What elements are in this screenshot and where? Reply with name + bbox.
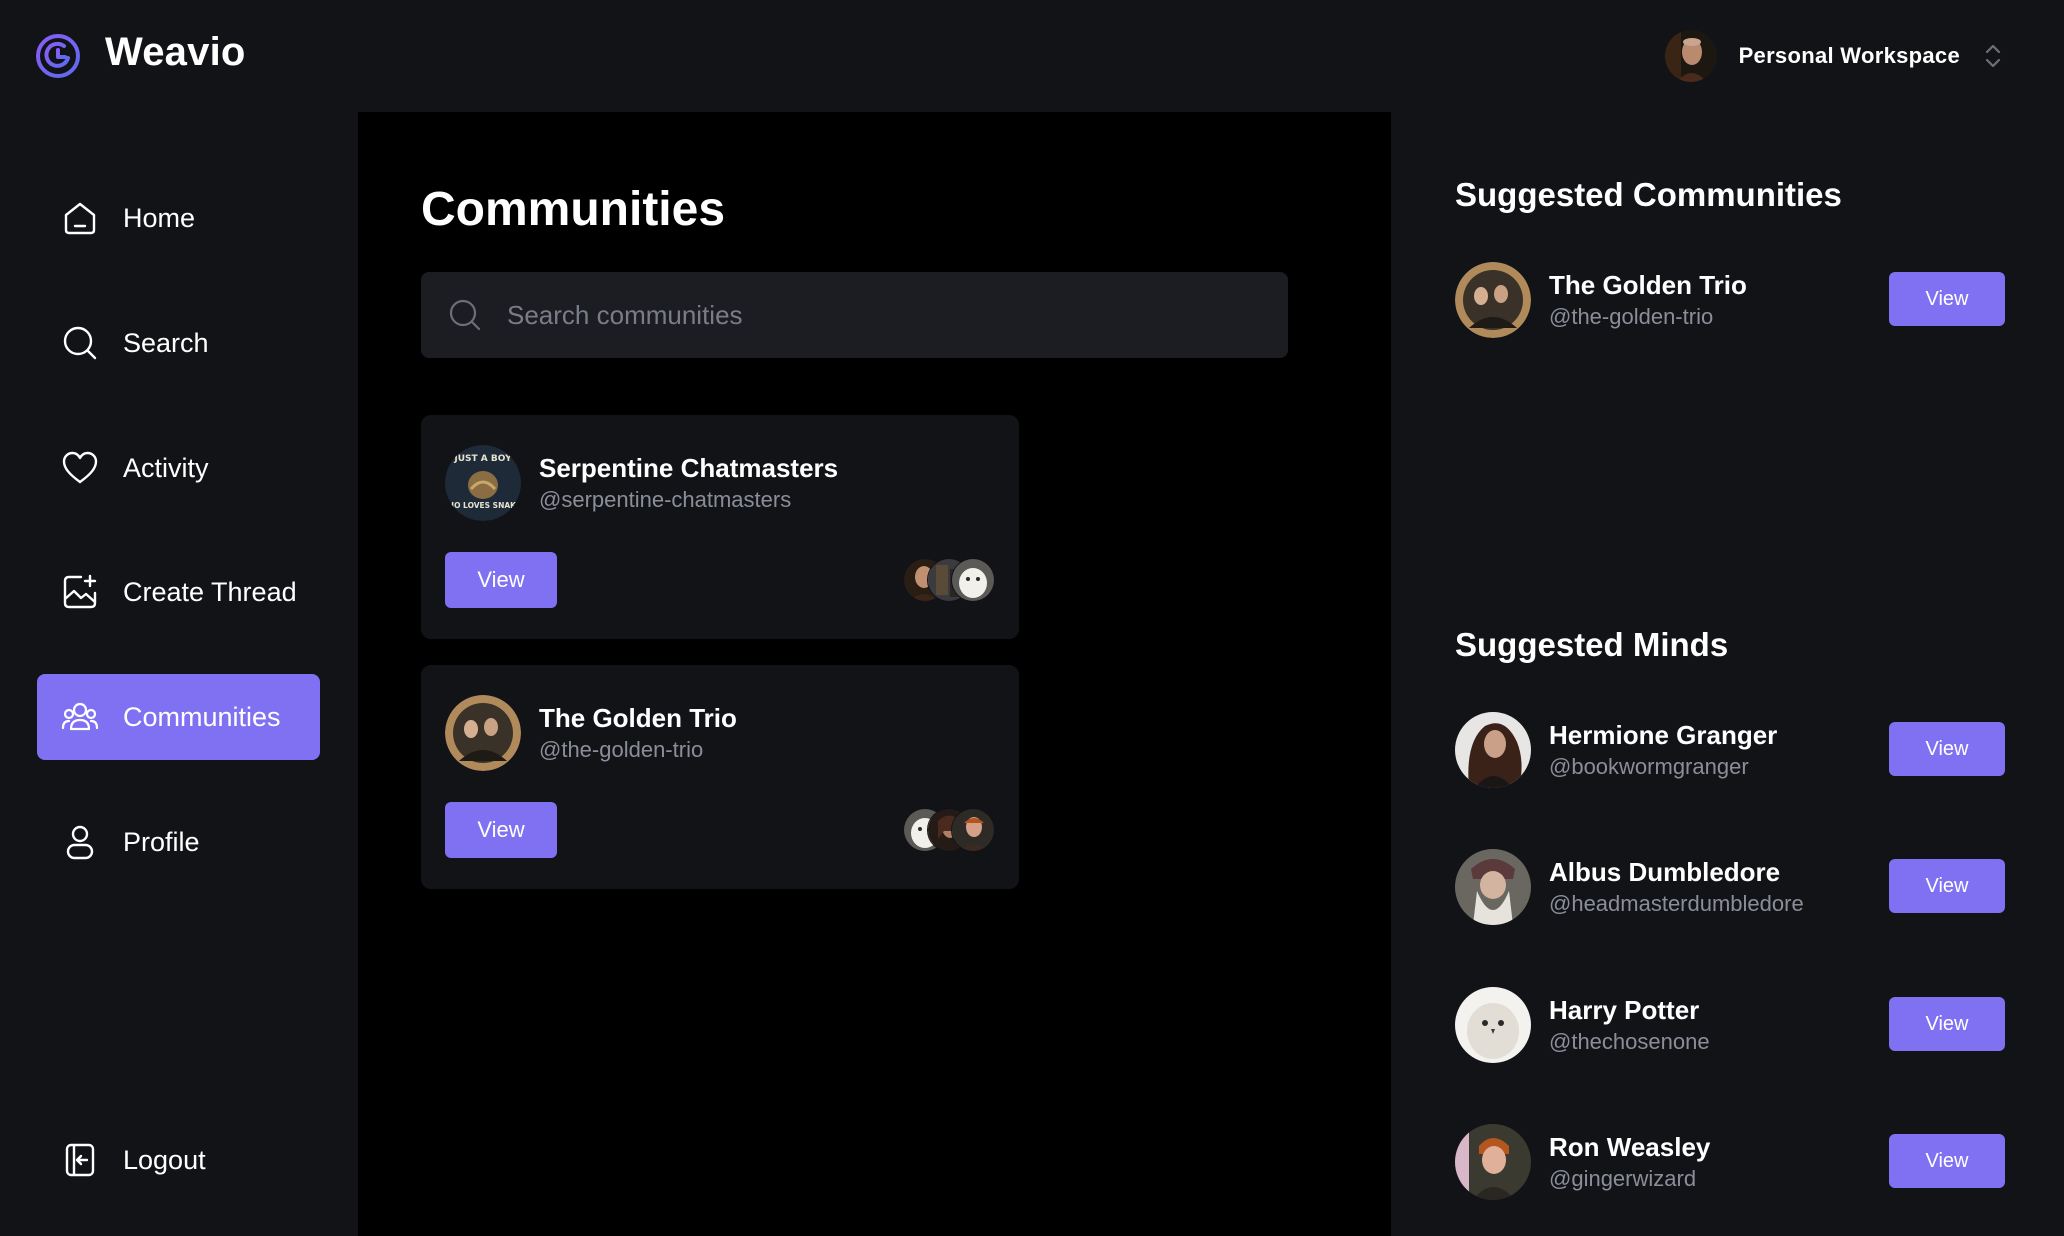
workspace-avatar xyxy=(1664,30,1717,82)
suggested-mind-row: Harry Potter @thechosenone View xyxy=(1455,987,2005,1063)
mind-handle: @bookwormgranger xyxy=(1549,754,1749,779)
sidebar-item-home[interactable]: Home xyxy=(37,175,320,261)
member-avatars xyxy=(903,808,995,852)
page-title: Communities xyxy=(421,183,726,236)
mind-handle: @gingerwizard xyxy=(1549,1166,1697,1191)
search-input[interactable] xyxy=(505,298,1269,332)
suggested-mind-row: Hermione Granger @bookwormgranger View xyxy=(1455,712,2005,788)
mind-handle: @thechosenone xyxy=(1549,1029,1710,1054)
view-mind-button[interactable]: View xyxy=(1889,1134,2005,1188)
mind-name: Albus Dumbledore xyxy=(1549,857,1781,887)
sidebar-item-label: Search xyxy=(123,327,209,358)
mind-name: Harry Potter xyxy=(1549,995,1700,1025)
view-mind-button[interactable]: View xyxy=(1889,859,2005,913)
suggested-community-name: The Golden Trio xyxy=(1549,270,1747,300)
member-avatar xyxy=(951,558,995,602)
search-bar[interactable] xyxy=(421,272,1288,358)
top-bar: Weavio Personal Workspace xyxy=(0,0,2064,112)
logout-button[interactable]: Logout xyxy=(37,1117,320,1203)
member-avatar xyxy=(951,808,995,852)
suggested-mind-row: Albus Dumbledore @headmasterdumbledore V… xyxy=(1455,849,2005,925)
right-panel: Suggested Communities The Golden Trio @t… xyxy=(1391,112,2064,1236)
search-icon xyxy=(63,326,97,360)
suggested-mind-row: Ron Weasley @gingerwizard View xyxy=(1455,1124,2005,1200)
community-handle: @serpentine-chatmasters xyxy=(539,487,792,512)
view-community-button[interactable]: View xyxy=(1889,272,2005,326)
app-name: Weavio xyxy=(105,30,246,74)
mind-avatar xyxy=(1455,712,1531,788)
logout-icon xyxy=(65,1143,95,1177)
community-avatar xyxy=(445,695,521,771)
community-name: The Golden Trio xyxy=(539,703,737,733)
sidebar-item-search[interactable]: Search xyxy=(37,300,320,386)
sidebar-item-activity[interactable]: Activity xyxy=(37,425,320,511)
community-handle: @the-golden-trio xyxy=(539,737,704,762)
chevron-up-down-icon xyxy=(1985,44,2001,68)
community-avatar xyxy=(1455,262,1531,338)
suggested-minds-title: Suggested Minds xyxy=(1455,626,1729,663)
sidebar-item-communities[interactable]: Communities xyxy=(37,674,320,760)
main-content: Communities JUST A BOY WHO LOVES SNAKES … xyxy=(358,112,1391,1236)
create-thread-icon xyxy=(63,574,97,609)
svg-text:JUST A BOY: JUST A BOY xyxy=(453,454,512,464)
view-community-button[interactable]: View xyxy=(445,552,557,608)
sidebar: Home Search Activity Create Thread Commu… xyxy=(0,112,358,1236)
view-community-button[interactable]: View xyxy=(445,802,557,858)
view-mind-button[interactable]: View xyxy=(1889,997,2005,1051)
sidebar-item-label: Profile xyxy=(123,826,200,857)
sidebar-item-label: Create Thread xyxy=(123,576,297,607)
search-icon xyxy=(449,299,481,331)
svg-text:WHO LOVES SNAKES: WHO LOVES SNAKES xyxy=(445,501,521,510)
sidebar-item-label: Activity xyxy=(123,452,209,483)
mind-handle: @headmasterdumbledore xyxy=(1549,891,1804,916)
communities-icon xyxy=(61,702,99,731)
weavio-logo-icon xyxy=(36,34,80,78)
community-card: The Golden Trio @the-golden-trio View xyxy=(421,665,1019,889)
community-avatar: JUST A BOY WHO LOVES SNAKES xyxy=(445,445,521,521)
user-icon xyxy=(66,825,94,860)
mind-name: Ron Weasley xyxy=(1549,1132,1711,1162)
sidebar-item-create-thread[interactable]: Create Thread xyxy=(37,549,320,635)
mind-name: Hermione Granger xyxy=(1549,720,1778,750)
mind-avatar xyxy=(1455,1124,1531,1200)
sidebar-item-profile[interactable]: Profile xyxy=(37,799,320,885)
sidebar-item-label: Home xyxy=(123,202,196,233)
mind-avatar xyxy=(1455,987,1531,1063)
home-icon xyxy=(64,202,96,235)
suggested-community-handle: @the-golden-trio xyxy=(1549,304,1714,329)
member-avatars xyxy=(903,558,995,602)
mind-avatar xyxy=(1455,849,1531,925)
suggested-communities-title: Suggested Communities xyxy=(1455,176,1842,213)
suggested-community-row: The Golden Trio @the-golden-trio View xyxy=(1455,262,2005,338)
community-card: JUST A BOY WHO LOVES SNAKES Serpentine C… xyxy=(421,415,1019,639)
workspace-label: Personal Workspace xyxy=(1738,43,1960,68)
heart-icon xyxy=(62,451,98,484)
logout-label: Logout xyxy=(123,1144,206,1175)
sidebar-item-label: Communities xyxy=(123,701,281,732)
view-mind-button[interactable]: View xyxy=(1889,722,2005,776)
workspace-switcher[interactable]: Personal Workspace xyxy=(1664,28,2004,84)
community-name: Serpentine Chatmasters xyxy=(539,453,839,483)
